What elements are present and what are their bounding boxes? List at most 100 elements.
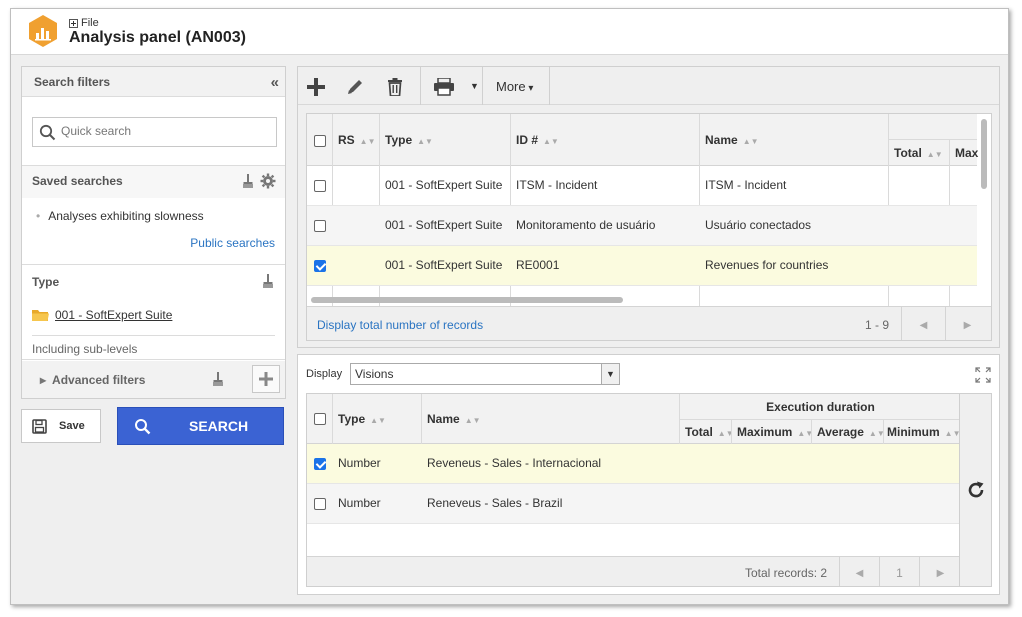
saved-search-item[interactable]: Analyses exhibiting slowness — [36, 209, 203, 223]
gear-icon[interactable] — [260, 173, 276, 189]
col-id[interactable]: ID # ▲▼ — [516, 133, 559, 147]
table-row[interactable]: Number Reneveus - Sales - Brazil — [307, 484, 959, 524]
clear-advanced-broom-icon[interactable] — [212, 371, 224, 387]
folder-icon — [32, 309, 49, 321]
edit-button[interactable] — [341, 73, 369, 101]
advanced-filters-section[interactable]: Advanced filters — [22, 361, 285, 398]
clear-broom-icon[interactable] — [242, 173, 254, 189]
collapse-left-icon[interactable]: « — [271, 74, 279, 91]
quick-search-box — [32, 117, 277, 147]
row-checkbox[interactable] — [314, 180, 326, 192]
save-button[interactable]: Save — [21, 409, 101, 443]
col-name[interactable]: Name ▲▼ — [705, 133, 759, 147]
table-row-selected[interactable]: 001 - SoftExpert Suite RE0001 Revenues f… — [307, 246, 977, 286]
col-type[interactable]: Type ▲▼ — [338, 412, 386, 426]
add-button[interactable] — [302, 73, 330, 101]
quick-search-input[interactable] — [61, 124, 261, 138]
table-row-selected[interactable]: Number Reveneus - Sales - Internacional — [307, 444, 959, 484]
col-maximum[interactable]: Maximum ▲▼ — [737, 425, 813, 439]
print-button[interactable] — [430, 73, 458, 101]
table-row[interactable]: 001 - SoftExpert Suite Monitoramento de … — [307, 206, 977, 246]
row-name: Revenues for countries — [705, 258, 829, 272]
trash-icon — [388, 78, 402, 96]
col-max[interactable]: Max — [955, 146, 978, 160]
next-page-button[interactable]: ▶ — [945, 307, 989, 340]
col-minimum[interactable]: Minimum ▲▼ — [887, 425, 959, 439]
public-searches-link[interactable]: Public searches — [190, 236, 275, 250]
next-page-button[interactable]: ▶ — [919, 557, 959, 586]
prev-page-button[interactable]: ◀ — [839, 557, 879, 586]
display-select[interactable]: Visions ▼ — [350, 363, 620, 385]
execution-duration-group: Execution duration — [766, 400, 875, 414]
toolbar-separator — [482, 67, 483, 105]
row-checkbox[interactable] — [314, 220, 326, 232]
select-all-checkbox[interactable] — [314, 413, 326, 425]
analysis-grid-header: RS ▲▼ Type ▲▼ ID # ▲▼ Name ▲▼ Total ▲▼ Max — [307, 114, 978, 166]
type-value-row[interactable]: 001 - SoftExpert Suite — [32, 308, 172, 322]
visions-grid: Type ▲▼ Name ▲▼ Execution duration Total ▲▼… — [306, 393, 960, 587]
refresh-icon — [968, 481, 983, 498]
plus-icon — [259, 372, 273, 386]
chevron-right-icon: ▶ — [963, 319, 972, 331]
sub-levels-label: Including sub-levels — [32, 342, 138, 356]
print-dropdown-icon[interactable]: ▼ — [470, 81, 479, 91]
clear-type-broom-icon[interactable] — [262, 273, 274, 289]
record-range: 1 - 9 — [865, 318, 890, 332]
row-id: ITSM - Incident — [516, 178, 598, 192]
col-rs[interactable]: RS ▲▼ — [338, 133, 376, 147]
search-filters-header: Search filters « — [22, 67, 285, 97]
select-all-checkbox[interactable] — [314, 135, 326, 147]
prev-page-button[interactable]: ◀ — [901, 307, 945, 340]
sort-icon: ▲▼ — [543, 137, 559, 146]
chevron-down-icon: ▼ — [601, 364, 619, 384]
row-checkbox[interactable] — [314, 260, 326, 272]
sort-icon: ▲▼ — [359, 137, 376, 146]
col-name[interactable]: Name ▲▼ — [427, 412, 481, 426]
visions-panel: Display Visions ▼ Type ▲▼ Name ▲▼ Executio… — [297, 354, 1000, 595]
row-id: Monitoramento de usuário — [516, 218, 656, 232]
row-type: 001 - SoftExpert Suite — [385, 218, 503, 232]
display-total-records-link[interactable]: Display total number of records — [317, 318, 483, 332]
search-filters-title: Search filters — [34, 75, 111, 89]
chevron-left-icon: ◀ — [855, 567, 864, 579]
file-menu[interactable]: File — [69, 17, 99, 29]
visions-grid-footer: Total records: 2 ◀ 1 ▶ — [307, 556, 959, 586]
table-row-partial — [307, 286, 977, 296]
col-average[interactable]: Average ▲▼ — [817, 425, 885, 439]
more-button[interactable]: More — [496, 79, 533, 94]
add-filter-button[interactable] — [252, 365, 280, 393]
total-records: Total records: 2 — [745, 566, 828, 580]
refresh-button[interactable] — [960, 393, 992, 587]
saved-searches-section: Saved searches Analyses exhibiting slown… — [22, 165, 285, 265]
page-number[interactable]: 1 — [879, 557, 919, 586]
analysis-app-icon — [29, 15, 57, 47]
vertical-scrollbar[interactable] — [981, 119, 987, 189]
row-name: Usuário conectados — [705, 218, 812, 232]
horizontal-scrollbar[interactable] — [311, 297, 623, 303]
search-button-label: SEARCH — [189, 418, 249, 434]
col-total[interactable]: Total ▲▼ — [685, 425, 734, 439]
expand-fullscreen-icon[interactable] — [975, 367, 991, 383]
sort-icon: ▲▼ — [926, 150, 943, 159]
col-type[interactable]: Type ▲▼ — [385, 133, 433, 147]
printer-icon — [434, 78, 454, 96]
search-button[interactable]: SEARCH — [117, 407, 284, 445]
col-total[interactable]: Total ▲▼ — [894, 146, 943, 160]
type-filter-title: Type — [32, 275, 60, 289]
chevron-left-icon: ◀ — [919, 319, 928, 331]
analysis-list-panel: ▼ More RS▲▼ Type▲▼ ID #▲▼ Name▲▼ Total▲▼… — [297, 66, 1000, 348]
row-checkbox[interactable] — [314, 458, 326, 470]
row-type: Number — [338, 456, 381, 470]
title-bar: File Analysis panel (AN003) — [11, 9, 1008, 55]
type-divider — [32, 335, 275, 336]
chevron-right-icon: ▶ — [936, 567, 945, 579]
delete-button[interactable] — [381, 73, 409, 101]
row-type: 001 - SoftExpert Suite — [385, 178, 503, 192]
sort-icon: ▲▼ — [464, 416, 481, 425]
row-type: Number — [338, 496, 381, 510]
table-row[interactable]: 001 - SoftExpert Suite ITSM - Incident I… — [307, 166, 977, 206]
app-window: File Analysis panel (AN003) Search filte… — [10, 8, 1009, 605]
row-checkbox[interactable] — [314, 498, 326, 510]
type-value-link: 001 - SoftExpert Suite — [55, 308, 173, 322]
analysis-grid: RS ▲▼ Type ▲▼ ID # ▲▼ Name ▲▼ Total ▲▼ Max 00… — [306, 113, 992, 341]
